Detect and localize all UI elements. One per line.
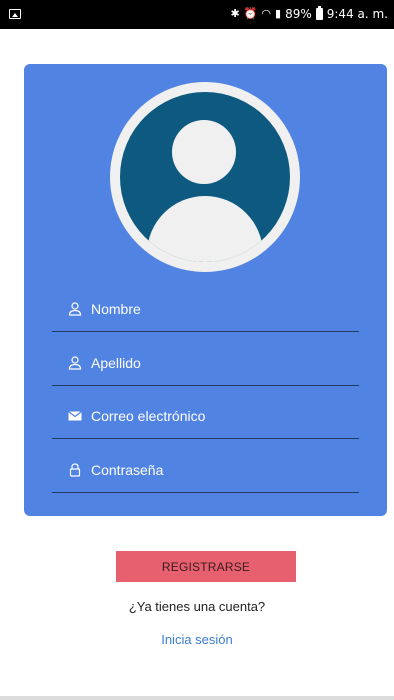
last-name-field[interactable]: Apellido xyxy=(52,346,359,386)
mail-icon xyxy=(68,411,82,421)
status-bar: ✱ ⏰ ◠ ▮ 89% 9:44 a. m. xyxy=(0,0,394,29)
person-icon xyxy=(68,356,82,370)
password-placeholder: Contraseña xyxy=(91,462,164,478)
gallery-notification-icon xyxy=(9,9,21,19)
email-placeholder: Correo electrónico xyxy=(91,408,206,424)
status-indicators: ✱ ⏰ ◠ ▮ 89% 9:44 a. m. xyxy=(230,6,388,21)
battery-icon xyxy=(315,6,323,20)
first-name-field[interactable]: Nombre xyxy=(52,292,359,332)
navigation-bar-edge xyxy=(0,696,394,700)
email-field[interactable]: Correo electrónico xyxy=(52,399,359,439)
alarm-icon: ⏰ xyxy=(243,7,258,20)
registration-card: Nombre Apellido Correo electrónico Contr… xyxy=(24,64,387,516)
first-name-placeholder: Nombre xyxy=(91,301,141,317)
lock-icon xyxy=(69,463,81,477)
avatar-head xyxy=(172,120,236,184)
password-field[interactable]: Contraseña xyxy=(52,453,359,493)
user-avatar-icon xyxy=(120,92,290,262)
person-icon xyxy=(68,302,82,316)
register-button[interactable]: REGISTRARSE xyxy=(116,551,296,582)
clock: 9:44 a. m. xyxy=(326,7,388,21)
avatar xyxy=(110,82,300,272)
login-link[interactable]: Inicia sesión xyxy=(0,632,394,647)
wifi-icon: ◠ xyxy=(261,7,272,20)
battery-percent: 89% xyxy=(285,7,312,21)
last-name-placeholder: Apellido xyxy=(91,355,141,371)
avatar-body xyxy=(147,196,263,262)
bluetooth-icon: ✱ xyxy=(230,7,240,20)
account-question: ¿Ya tienes una cuenta? xyxy=(128,599,266,614)
signal-icon: ▮ xyxy=(275,7,282,20)
